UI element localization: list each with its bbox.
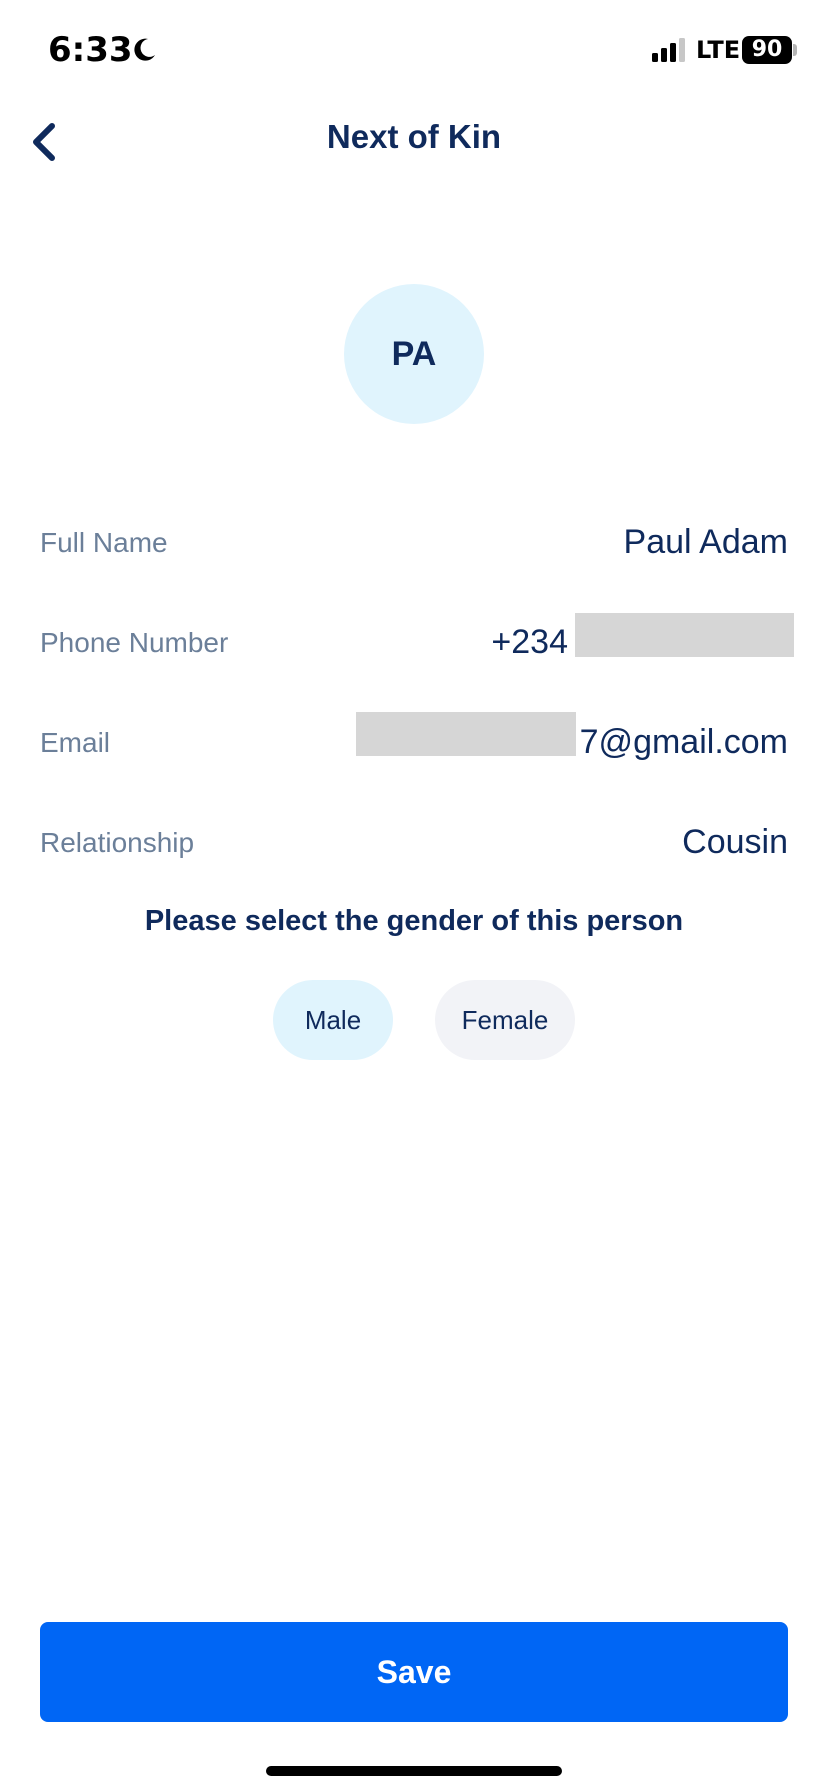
- gender-prompt: Please select the gender of this person: [144, 905, 684, 937]
- relationship-value: Cousin: [682, 823, 788, 861]
- email-value: 7@gmail.com: [579, 723, 788, 761]
- gender-option-female[interactable]: Female: [435, 980, 575, 1060]
- cellular-signal-icon: [652, 38, 685, 62]
- phone-label: Phone Number: [40, 627, 229, 658]
- email-redaction: [356, 712, 576, 756]
- email-label: Email: [40, 727, 111, 758]
- phone-redaction: [575, 613, 794, 657]
- relationship-label: Relationship: [40, 827, 195, 858]
- phone-value: +234: [491, 623, 568, 661]
- full-name-value: Paul Adam: [623, 523, 788, 561]
- next-of-kin-screen: 6:33 LTE 90 Next of Kin PA Full Name Pau…: [0, 0, 828, 1792]
- moon-icon: [134, 38, 155, 61]
- save-button[interactable]: Save: [40, 1622, 788, 1722]
- status-time: 6:33: [48, 30, 133, 70]
- avatar: PA: [344, 284, 484, 424]
- battery-icon: 90: [742, 36, 792, 64]
- gender-option-male[interactable]: Male: [273, 980, 393, 1060]
- home-indicator: [266, 1766, 562, 1776]
- status-bar: 6:33 LTE 90: [0, 0, 828, 100]
- battery-tip: [793, 44, 797, 56]
- network-label: LTE: [696, 36, 741, 64]
- page-title: Next of Kin: [326, 118, 502, 155]
- relationship-row: Relationship Cousin: [40, 815, 788, 875]
- full-name-label: Full Name: [40, 527, 168, 558]
- full-name-row: Full Name Paul Adam: [40, 515, 788, 575]
- avatar-initials: PA: [391, 334, 437, 373]
